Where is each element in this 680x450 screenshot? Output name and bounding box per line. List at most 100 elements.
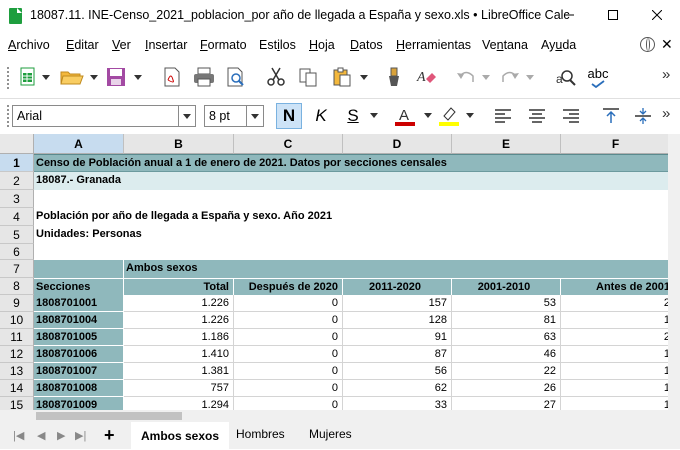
font-size-combobox[interactable]: 8 pt	[204, 105, 264, 127]
ambos-sexos-header-cell[interactable]: Ambos sexos	[124, 260, 668, 278]
toolbar-grip[interactable]	[6, 66, 10, 90]
cell-2011-2020[interactable]: 157	[343, 295, 452, 312]
undo-dropdown-arrow[interactable]	[482, 75, 490, 80]
column-header-a[interactable]: A	[34, 134, 124, 154]
toolbar-overflow-button[interactable]: »	[662, 66, 670, 83]
new-spreadsheet-button[interactable]	[14, 62, 42, 92]
tab-ambos-sexos[interactable]: Ambos sexos	[131, 422, 230, 449]
header-despues-2020[interactable]: Después de 2020	[234, 278, 343, 295]
underline-button[interactable]: S	[340, 103, 366, 129]
menu-datos[interactable]: Datos	[350, 38, 383, 52]
menu-insertar[interactable]: Insertar	[145, 38, 187, 52]
cell-2001-2010[interactable]: 81	[452, 312, 561, 329]
municipality-cell[interactable]: 18087.- Granada	[34, 172, 668, 190]
row-header-4[interactable]: 4	[0, 208, 34, 226]
cell-2001-2010[interactable]: 53	[452, 295, 561, 312]
cell-seccion[interactable]: 1808701006	[34, 346, 124, 363]
first-sheet-icon[interactable]: |◀	[13, 429, 24, 442]
cell-total[interactable]: 1.226	[124, 295, 234, 312]
menu-estilos[interactable]: Estilos	[259, 38, 296, 52]
globe-icon[interactable]	[640, 37, 655, 52]
cell-seccion[interactable]: 1808701009	[34, 397, 124, 410]
horizontal-scrollbar[interactable]	[0, 410, 680, 422]
print-preview-button[interactable]	[222, 62, 250, 92]
center-vertically-button[interactable]	[630, 103, 656, 129]
menu-herramientas[interactable]: Herramientas	[396, 38, 471, 52]
column-header-d[interactable]: D	[343, 134, 452, 154]
horizontal-scroll-thumb[interactable]	[36, 412, 182, 420]
row-header-14[interactable]: 14	[0, 380, 34, 397]
menu-ayuda[interactable]: Ayuda	[541, 38, 576, 52]
align-left-button[interactable]	[490, 103, 516, 129]
clear-formatting-button[interactable]: A	[412, 62, 440, 92]
maximize-button[interactable]	[590, 0, 635, 30]
cell-seccion[interactable]: 1808701001	[34, 295, 124, 312]
cell-antes-2001[interactable]: 1	[561, 397, 668, 410]
vertical-scrollbar[interactable]	[668, 134, 680, 410]
open-dropdown-arrow[interactable]	[90, 75, 98, 80]
cell-2011-2020[interactable]: 87	[343, 346, 452, 363]
row-header-10[interactable]: 10	[0, 312, 34, 329]
spreadsheet-grid[interactable]: A B C D E F 1 2 3 4 5 6 7 8 9 10 11 12 1…	[0, 134, 668, 410]
highlight-button[interactable]	[436, 103, 462, 129]
cell-2001-2010[interactable]: 27	[452, 397, 561, 410]
row-header-8[interactable]: 8	[0, 278, 34, 295]
menu-formato[interactable]: Formato	[200, 38, 247, 52]
row-header-1[interactable]: 1	[0, 154, 34, 172]
copy-button[interactable]	[294, 62, 322, 92]
align-center-button[interactable]	[524, 103, 550, 129]
cell-despues-2020[interactable]: 0	[234, 346, 343, 363]
previous-sheet-icon[interactable]: ◀	[37, 429, 45, 442]
next-sheet-icon[interactable]: ▶	[57, 429, 65, 442]
tab-hombres[interactable]: Hombres	[236, 427, 285, 441]
menu-hoja[interactable]: Hoja	[309, 38, 335, 52]
tab-mujeres[interactable]: Mujeres	[309, 427, 352, 441]
report-title-cell[interactable]: Censo de Población anual a 1 de enero de…	[34, 154, 668, 172]
cell-total[interactable]: 757	[124, 380, 234, 397]
find-replace-button[interactable]: a	[552, 62, 580, 92]
row-header-11[interactable]: 11	[0, 329, 34, 346]
column-header-e[interactable]: E	[452, 134, 561, 154]
add-sheet-button[interactable]: +	[104, 425, 115, 446]
cell-seccion[interactable]: 1808701005	[34, 329, 124, 346]
cell-antes-2001[interactable]: 1	[561, 312, 668, 329]
menu-ventana[interactable]: Ventana	[482, 38, 528, 52]
menu-editar[interactable]: Editar	[66, 38, 99, 52]
cell-seccion[interactable]: 1808701008	[34, 380, 124, 397]
cell-despues-2020[interactable]: 0	[234, 312, 343, 329]
cell-despues-2020[interactable]: 0	[234, 329, 343, 346]
header-secciones[interactable]: Secciones	[34, 278, 124, 295]
units-cell[interactable]: Unidades: Personas	[34, 226, 334, 244]
cell-total[interactable]: 1.294	[124, 397, 234, 410]
new-dropdown-arrow[interactable]	[42, 75, 50, 80]
column-header-f[interactable]: F	[561, 134, 668, 154]
close-document-icon[interactable]: ✕	[661, 36, 673, 53]
clone-formatting-button[interactable]	[380, 62, 408, 92]
cell-a7[interactable]	[34, 260, 124, 278]
save-button[interactable]	[102, 62, 130, 92]
row-header-9[interactable]: 9	[0, 295, 34, 312]
row-header-12[interactable]: 12	[0, 346, 34, 363]
cell-total[interactable]: 1.381	[124, 363, 234, 380]
row-header-15[interactable]: 15	[0, 397, 34, 410]
align-right-button[interactable]	[558, 103, 584, 129]
paste-button[interactable]	[328, 62, 356, 92]
formatting-toolbar-grip[interactable]	[6, 104, 10, 128]
row-header-2[interactable]: 2	[0, 172, 34, 190]
font-size-dropdown[interactable]	[246, 106, 263, 126]
column-header-b[interactable]: B	[124, 134, 234, 154]
cell-2011-2020[interactable]: 91	[343, 329, 452, 346]
cell-antes-2001[interactable]: 2	[561, 329, 668, 346]
redo-button[interactable]	[496, 62, 524, 92]
minimize-button[interactable]	[546, 0, 591, 30]
cell-2001-2010[interactable]: 63	[452, 329, 561, 346]
header-total[interactable]: Total	[124, 278, 234, 295]
formatting-overflow-button[interactable]: »	[662, 105, 670, 122]
cell-2011-2020[interactable]: 33	[343, 397, 452, 410]
italic-button[interactable]: K	[308, 103, 334, 129]
font-color-dropdown-arrow[interactable]	[424, 113, 432, 118]
row-header-5[interactable]: 5	[0, 226, 34, 244]
bold-button[interactable]: N	[276, 103, 302, 129]
cell-2011-2020[interactable]: 128	[343, 312, 452, 329]
menu-ver[interactable]: Ver	[112, 38, 131, 52]
